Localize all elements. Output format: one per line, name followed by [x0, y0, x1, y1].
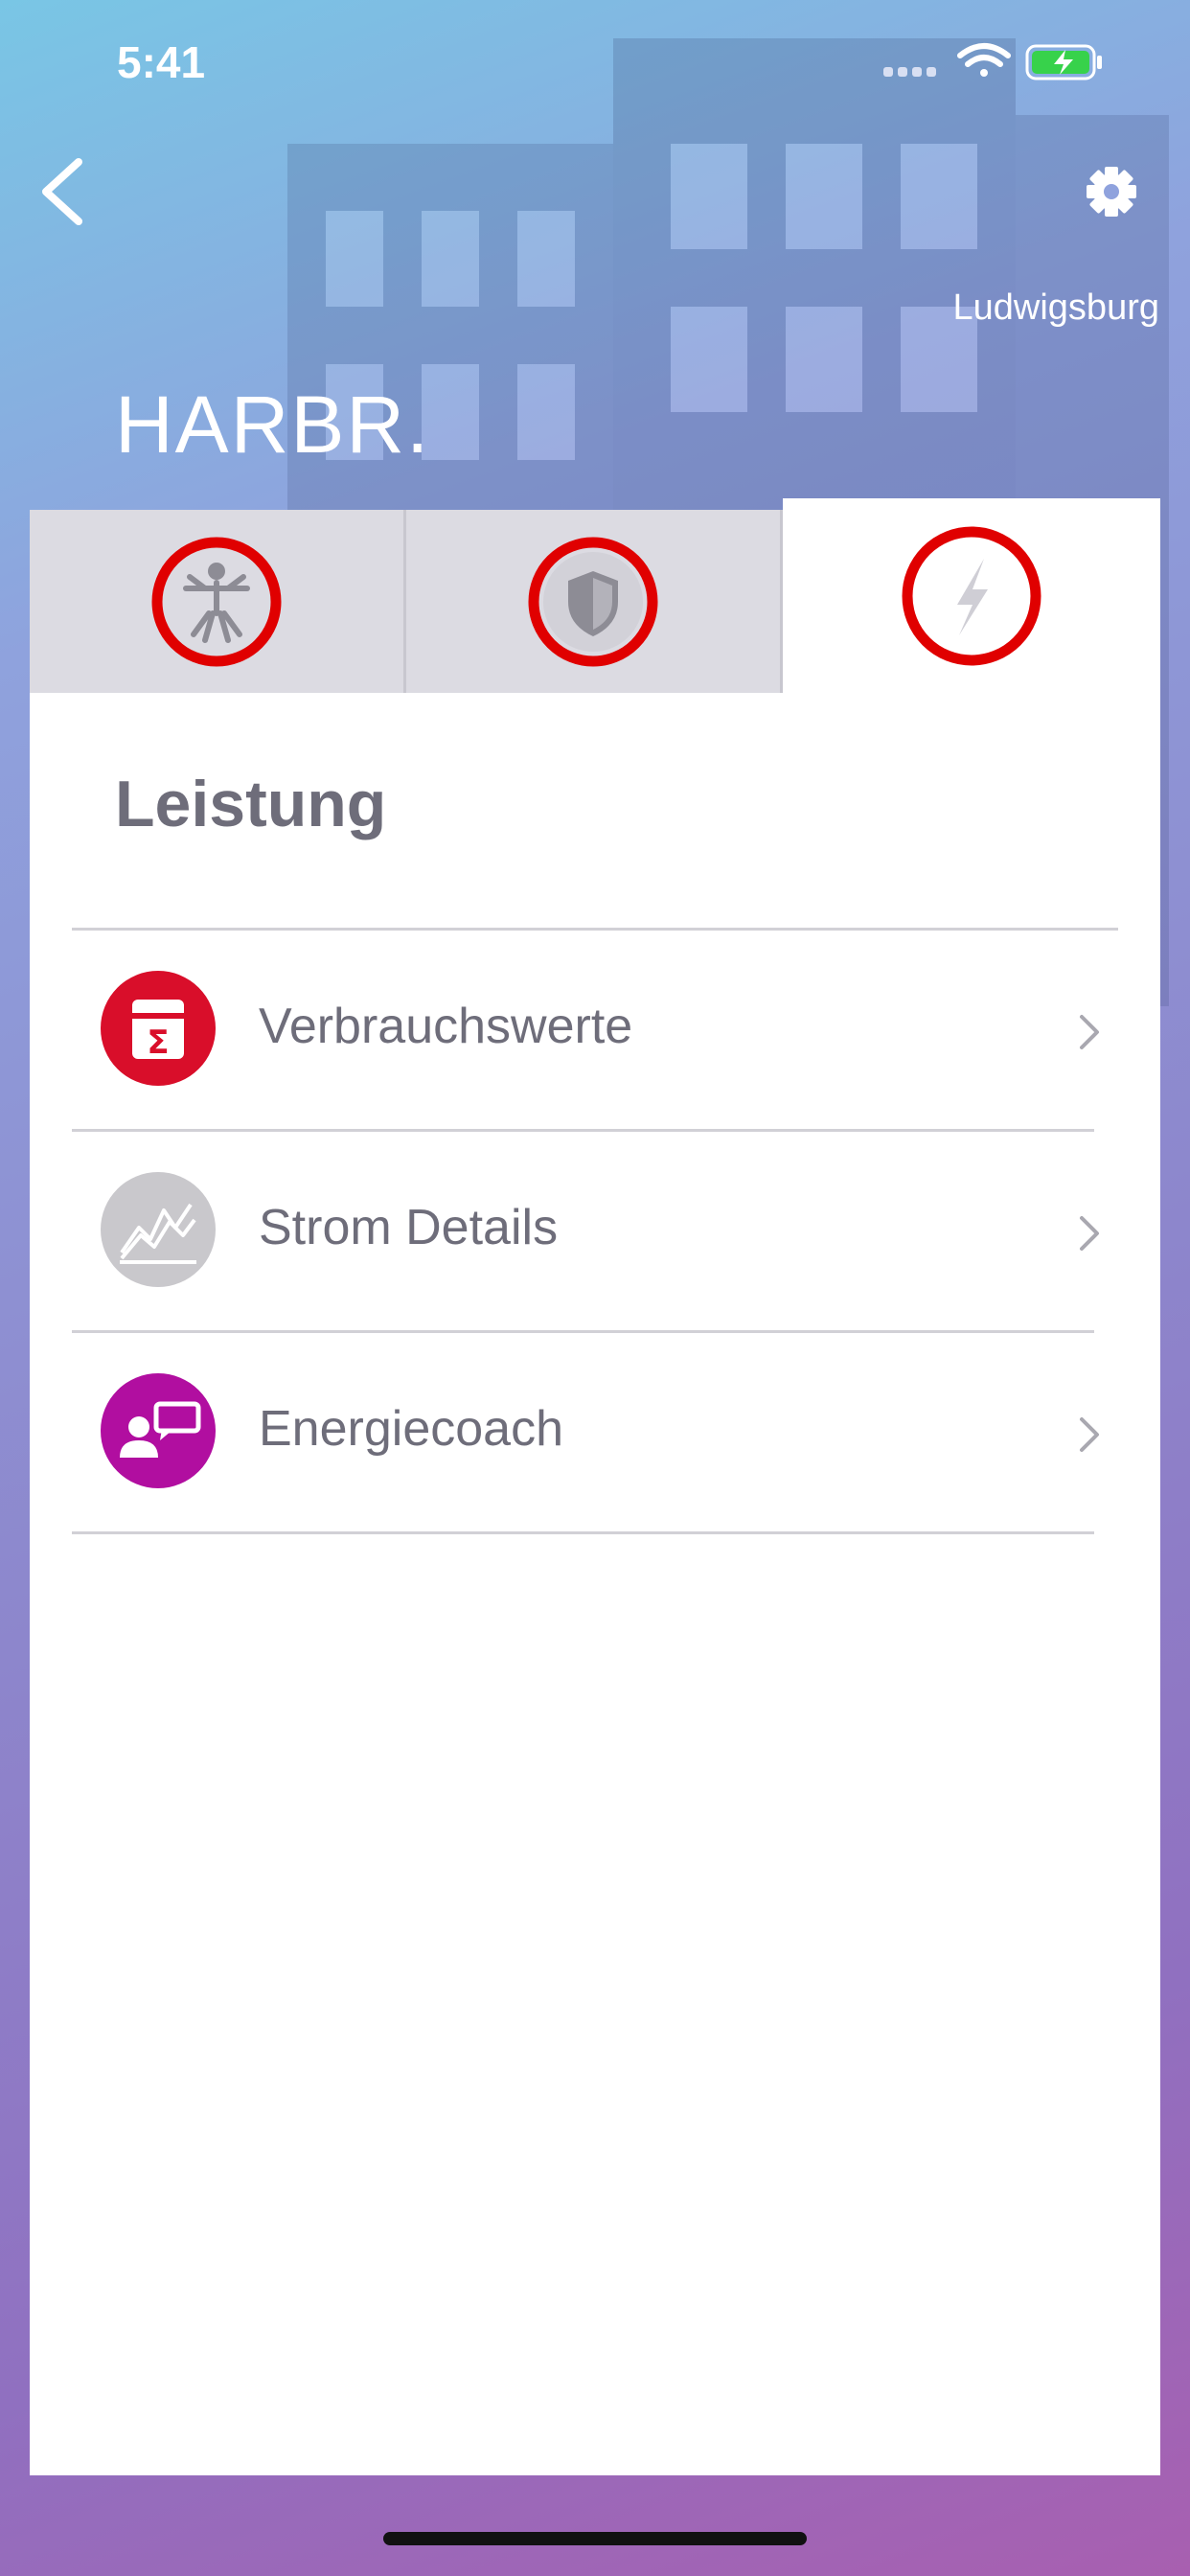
shield-icon — [528, 537, 658, 666]
chevron-right-icon — [1080, 1216, 1099, 1251]
svg-text:Σ: Σ — [147, 1024, 169, 1062]
menu-item-energiecoach[interactable]: Energiecoach — [72, 1333, 1118, 1530]
tab-energy[interactable] — [783, 498, 1160, 693]
consumption-sigma-icon: Σ — [101, 971, 216, 1086]
tab-person[interactable] — [30, 510, 406, 693]
wifi-icon — [957, 43, 1011, 77]
chart-line-icon — [101, 1172, 216, 1287]
chevron-right-icon — [1080, 1015, 1099, 1049]
menu-item-strom-details[interactable]: Strom Details — [72, 1132, 1118, 1328]
gear-icon — [1087, 167, 1136, 217]
menu-item-verbrauchswerte[interactable]: Σ Verbrauchswerte — [72, 931, 1118, 1127]
signal-icon — [883, 67, 936, 77]
tab-security[interactable] — [406, 510, 783, 693]
back-button[interactable] — [29, 149, 105, 235]
building-title: HARBR. — [115, 380, 431, 470]
battery-charging-icon — [1025, 44, 1102, 80]
vitruvian-person-icon — [151, 537, 282, 666]
settings-button[interactable] — [1073, 153, 1150, 230]
lightning-icon — [902, 526, 1041, 665]
chevron-left-icon — [42, 158, 82, 225]
divider — [72, 1531, 1094, 1534]
menu-item-label: Strom Details — [259, 1200, 559, 1255]
section-heading: Leistung — [115, 768, 387, 840]
status-icons — [883, 43, 1102, 80]
home-indicator[interactable] — [383, 2532, 807, 2545]
status-time: 5:41 — [117, 37, 206, 87]
menu-item-label: Energiecoach — [259, 1401, 563, 1457]
menu-item-label: Verbrauchswerte — [259, 999, 633, 1054]
chevron-right-icon — [1080, 1417, 1099, 1452]
coach-chat-icon — [101, 1373, 216, 1488]
tab-bar — [30, 498, 1160, 693]
city-label: Ludwigsburg — [952, 288, 1159, 328]
